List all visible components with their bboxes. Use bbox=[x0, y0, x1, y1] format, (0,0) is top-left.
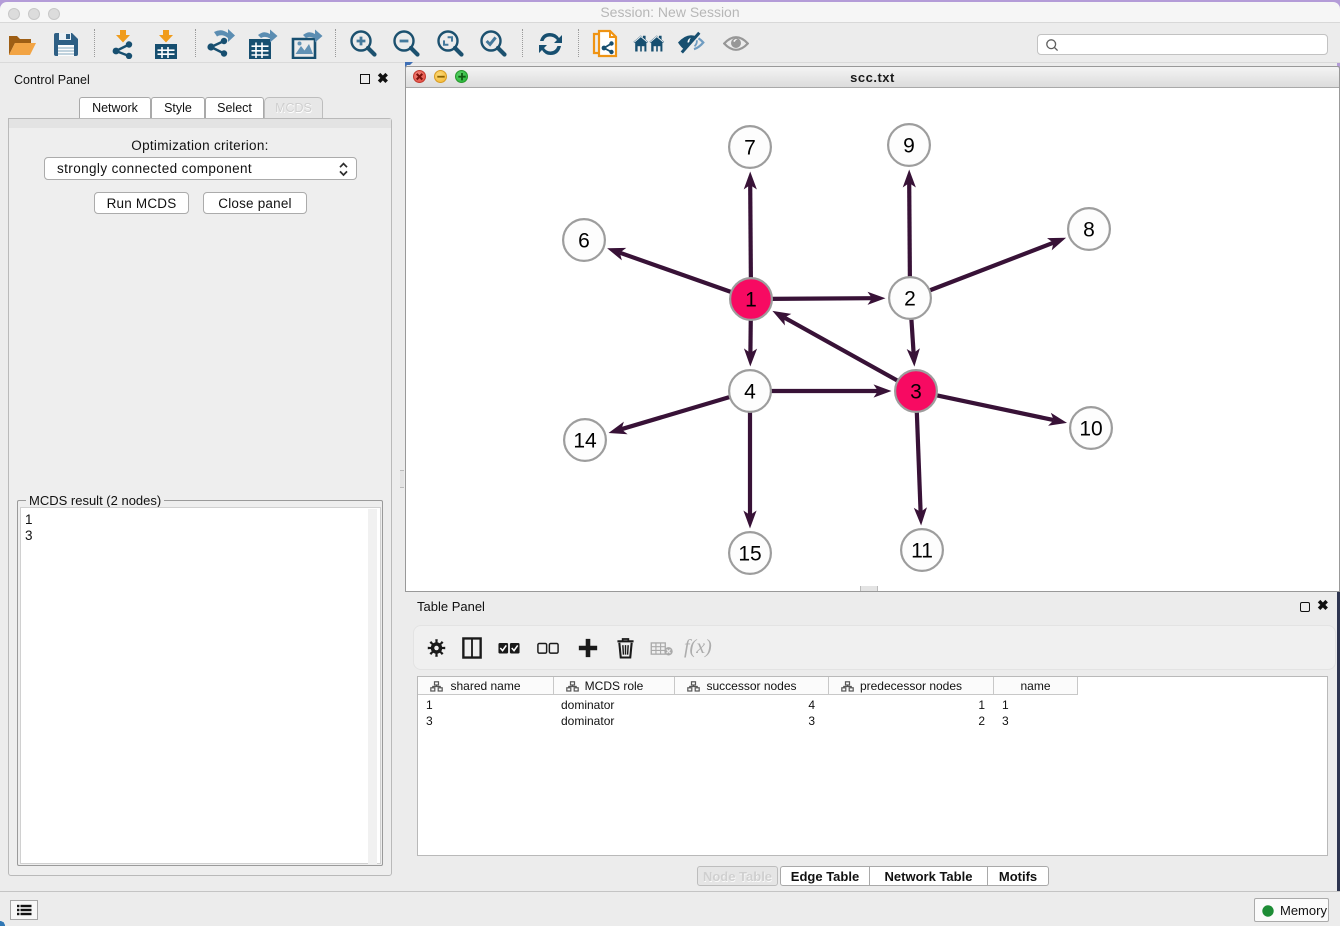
svg-text:10: 10 bbox=[1079, 418, 1102, 441]
svg-text:3: 3 bbox=[910, 381, 922, 404]
svg-text:8: 8 bbox=[1083, 219, 1095, 242]
svg-text:6: 6 bbox=[578, 230, 590, 253]
svg-text:1: 1 bbox=[745, 289, 757, 312]
svg-text:11: 11 bbox=[911, 540, 933, 563]
svg-text:7: 7 bbox=[744, 137, 756, 160]
svg-text:4: 4 bbox=[744, 381, 756, 404]
svg-text:2: 2 bbox=[904, 288, 916, 311]
svg-text:15: 15 bbox=[738, 543, 761, 566]
svg-text:9: 9 bbox=[903, 135, 915, 158]
svg-text:14: 14 bbox=[573, 430, 597, 453]
